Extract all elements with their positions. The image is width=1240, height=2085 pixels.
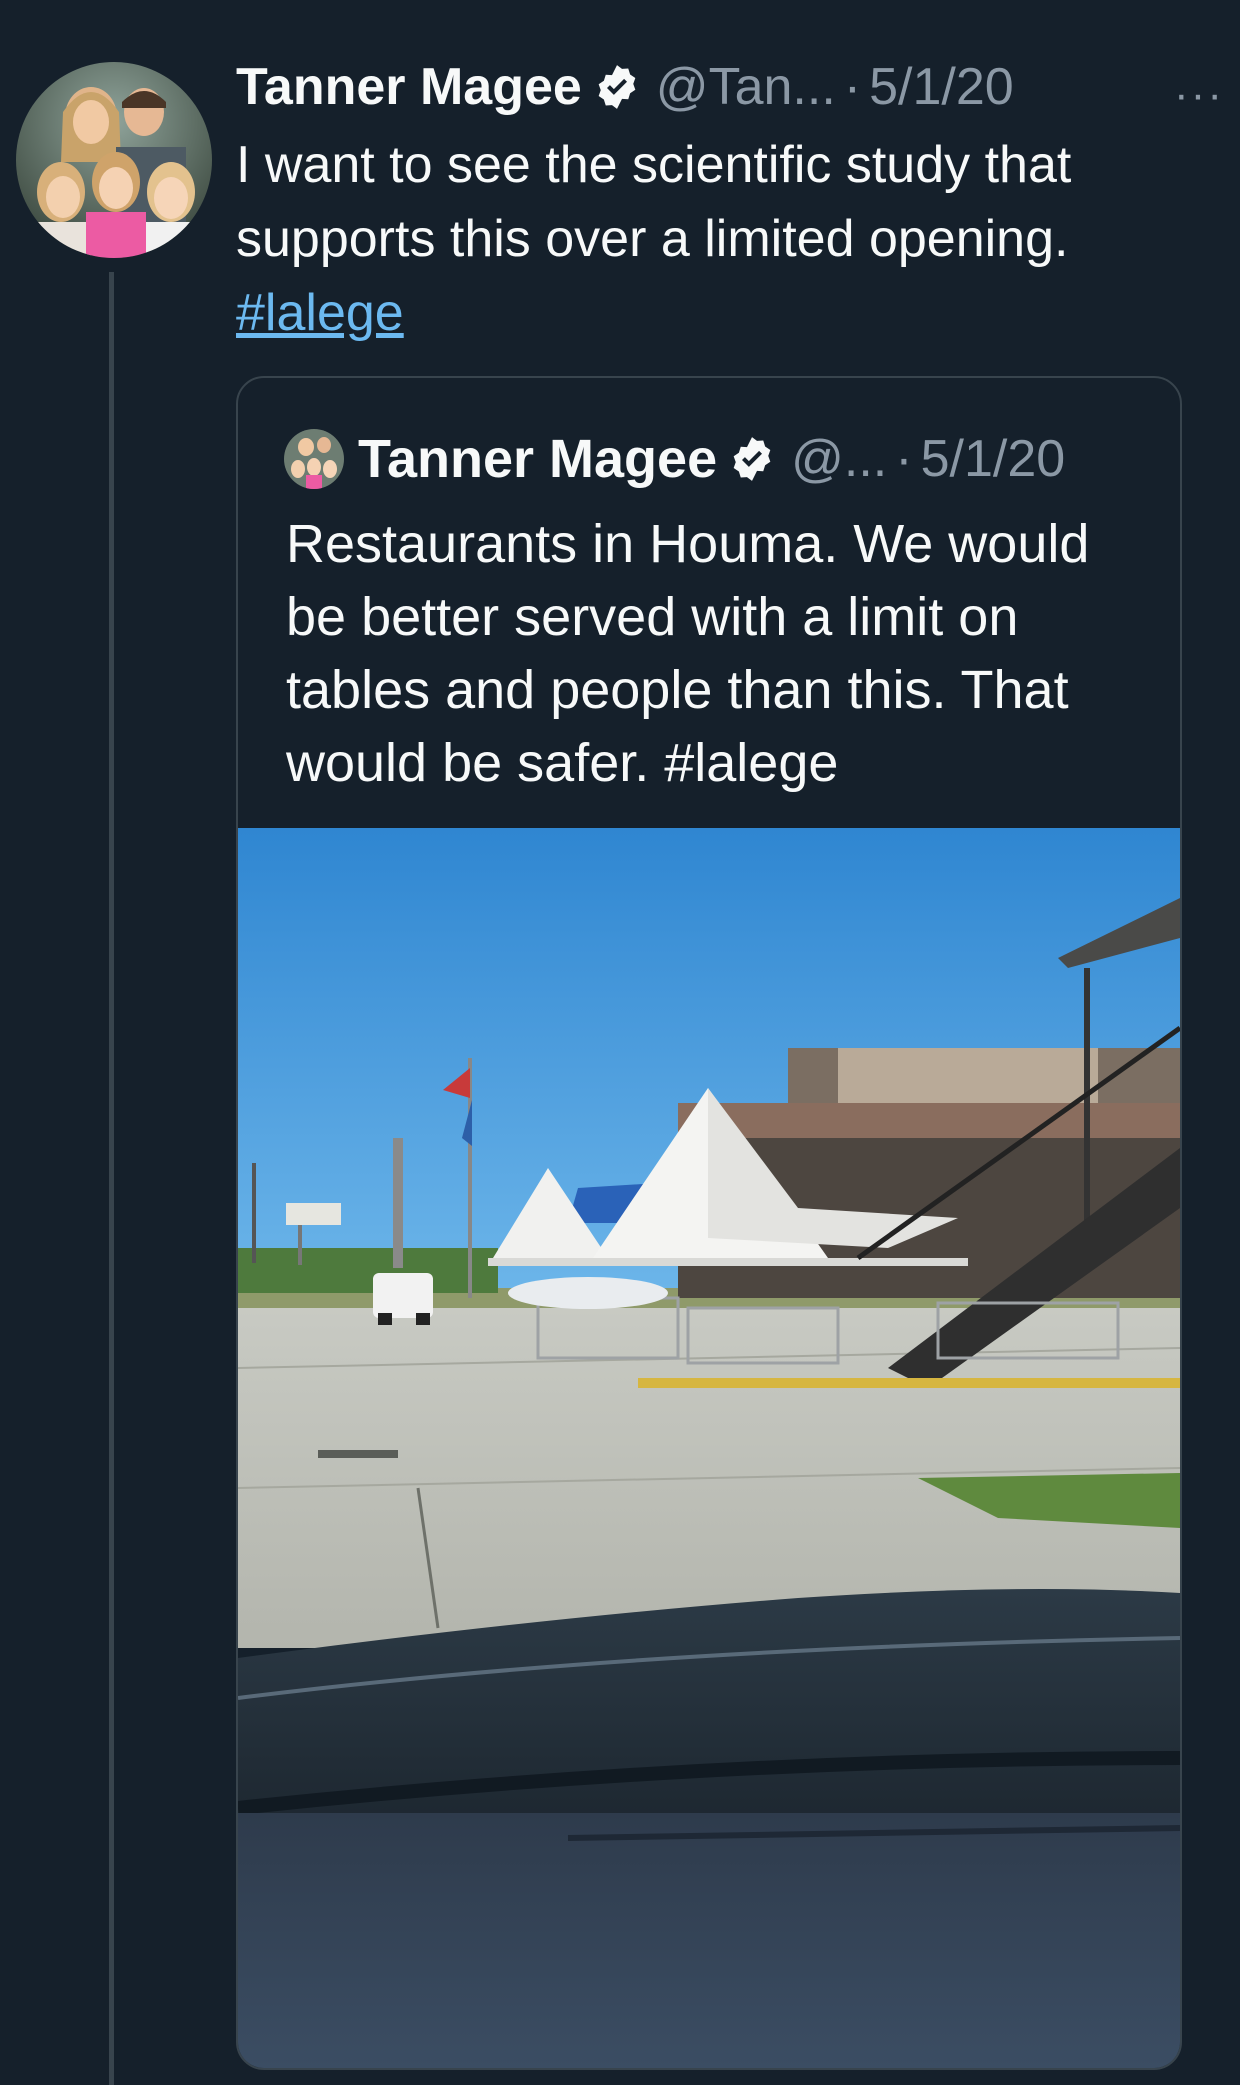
quoted-tweet-text: Restaurants in Houma. We would be better… <box>286 508 1146 800</box>
tweet-text: I want to see the scientific study that … <box>236 128 1196 350</box>
tweet-header: Tanner Magee @Tan... · 5/1/20 <box>236 52 1196 122</box>
quoted-tweet-header: Tanner Magee @... · 5/1/20 <box>284 424 1065 494</box>
verified-badge-icon <box>598 65 636 109</box>
quoted-tweet-card[interactable]: Tanner Magee @... · 5/1/20 Restaurants i… <box>236 376 1182 2070</box>
quoted-tweet-date: 5/1/20 <box>920 430 1066 488</box>
quoted-author-handle: @... <box>791 430 888 488</box>
quoted-header-separator: · <box>895 430 913 488</box>
author-avatar[interactable] <box>16 62 212 258</box>
more-horizontal-icon[interactable]: ··· <box>1174 70 1224 120</box>
tweet-date[interactable]: 5/1/20 <box>869 57 1014 117</box>
author-name[interactable]: Tanner Magee <box>236 57 582 117</box>
author-handle[interactable]: @Tan... <box>656 57 836 117</box>
quoted-author-avatar <box>284 429 344 489</box>
hashtag-link[interactable]: #lalege <box>236 284 404 342</box>
quoted-tweet-photo[interactable] <box>238 828 1180 2068</box>
quoted-author-name: Tanner Magee <box>358 429 718 489</box>
quoted-hashtag: #lalege <box>664 733 839 793</box>
verified-badge-icon <box>733 437 771 481</box>
tweet-body: I want to see the scientific study that … <box>236 136 1072 268</box>
header-separator: · <box>843 58 862 116</box>
thread-connector-line <box>109 272 114 2085</box>
